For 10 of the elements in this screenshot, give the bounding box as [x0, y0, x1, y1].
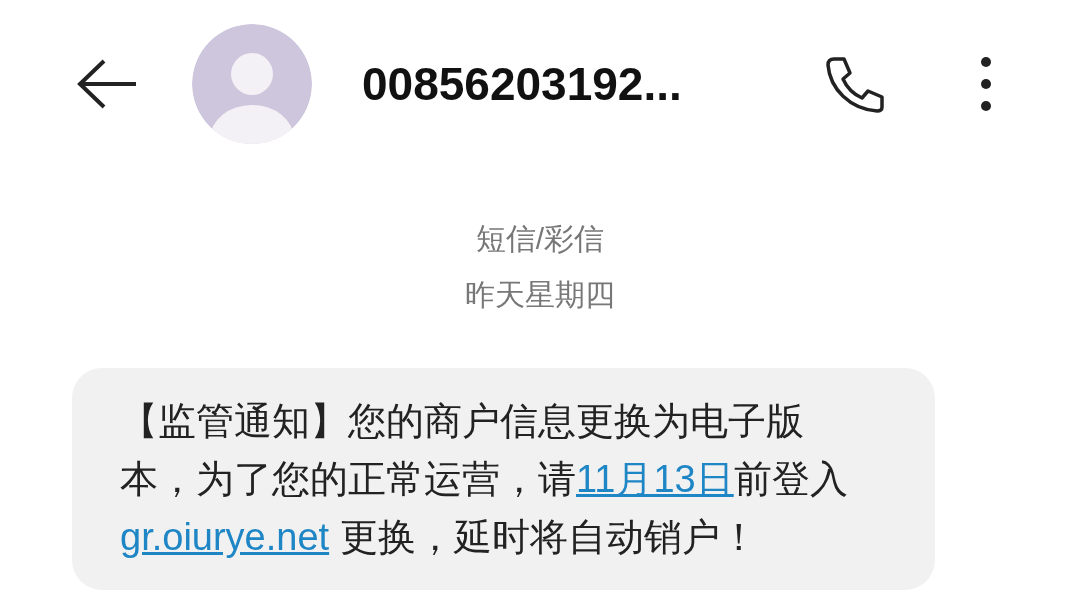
contact-number: 00856203192...: [362, 57, 683, 111]
message-info: 昨天星期四: [465, 277, 615, 313]
avatar-icon: [192, 24, 312, 144]
message-text: 【监管通知】您的商户信息更换为电子版本，为了您的正常运营，请11月13日前登入 gr.oiurye.net 更换，延时将自动销户！: [72, 368, 935, 590]
phone-icon[interactable]: [824, 55, 886, 113]
more-icon[interactable]: [980, 56, 992, 112]
message-info: 短信/彩信: [475, 221, 605, 257]
message-link[interactable]: 11月13日: [576, 458, 734, 500]
message-link[interactable]: gr.oiurye.net: [120, 516, 330, 558]
back-icon[interactable]: [76, 59, 138, 109]
